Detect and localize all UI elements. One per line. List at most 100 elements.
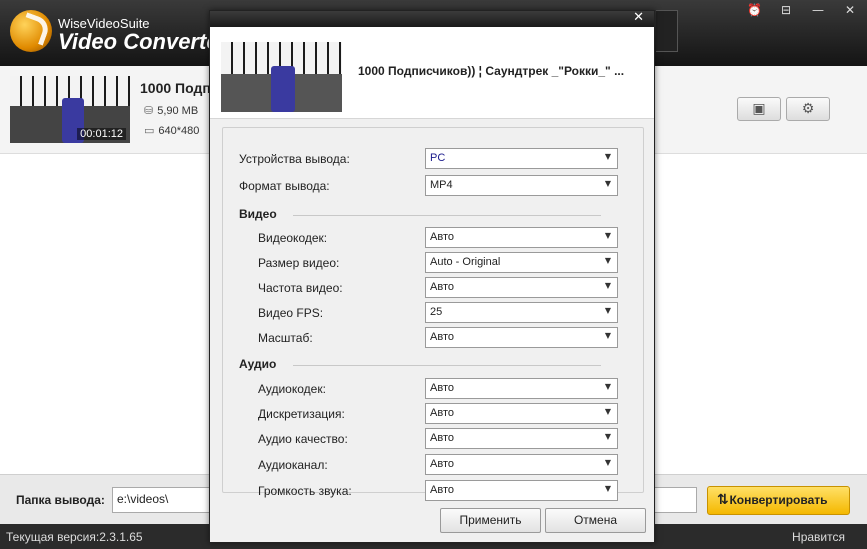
video-fps-row: Видео FPS: 25 ▼ (223, 302, 643, 324)
file-resolution-value: 640*480 (158, 125, 200, 137)
audio-channel-select[interactable]: Авто ▼ (425, 454, 618, 475)
minimize-icon[interactable]: — (811, 3, 825, 17)
video-bitrate-select[interactable]: Авто ▼ (425, 277, 618, 298)
output-format-select[interactable]: MP4 ▼ (425, 175, 618, 196)
dialog-video-thumbnail (221, 42, 342, 112)
video-fps-value: 25 (430, 306, 443, 318)
video-codec-label: Видеокодек: (258, 231, 328, 245)
dialog-header: 1000 Подписчиков)) ¦ Саундтрек _"Рокки_"… (210, 27, 654, 119)
dialog-close-icon[interactable]: ✕ (633, 10, 644, 25)
video-bitrate-row: Частота видео: Авто ▼ (223, 277, 643, 299)
output-device-select[interactable]: PC ▼ (425, 148, 618, 169)
output-format-row: Формат вывода: MP4 ▼ (223, 175, 643, 197)
film-edit-icon: ▣ (752, 101, 766, 117)
window-controls: ⏰ ⊟ — ✕ (747, 3, 857, 17)
chevron-down-icon: ▼ (604, 179, 611, 188)
chevron-down-icon: ▼ (604, 281, 611, 290)
audio-quality-row: Аудио качество: Авто ▼ (223, 428, 643, 450)
file-size-value: 5,90 MB (157, 105, 199, 117)
video-codec-row: Видеокодек: Авто ▼ (223, 227, 643, 249)
output-device-row: Устройства вывода: PC ▼ (223, 148, 643, 170)
convert-icon: ⇅ (717, 492, 729, 508)
video-scale-select[interactable]: Авто ▼ (425, 327, 618, 348)
audio-quality-label: Аудио качество: (258, 432, 348, 446)
file-size-icon: ⛁ (144, 104, 154, 117)
version-text: Текущая версия:2.3.1.65 (6, 530, 143, 544)
output-folder-label: Папка вывода: (16, 493, 105, 507)
video-section-title: Видео (239, 207, 277, 221)
video-fps-select[interactable]: 25 ▼ (425, 302, 618, 323)
volume-label: Громкость звука: (258, 484, 352, 498)
file-title: 1000 Подп (140, 80, 211, 96)
sample-rate-row: Дискретизация: Авто ▼ (223, 403, 643, 425)
audio-codec-label: Аудиокодек: (258, 382, 326, 396)
volume-value: Авто (430, 484, 454, 496)
video-scale-label: Масштаб: (258, 331, 313, 345)
video-fps-label: Видео FPS: (258, 306, 324, 320)
chevron-down-icon: ▼ (604, 256, 611, 265)
sample-rate-select[interactable]: Авто ▼ (425, 403, 618, 424)
chevron-down-icon: ▼ (604, 458, 611, 467)
sample-rate-value: Авто (430, 407, 454, 419)
audio-channel-value: Авто (430, 458, 454, 470)
output-settings-dialog: ✕ 1000 Подписчиков)) ¦ Саундтрек _"Рокки… (209, 10, 655, 543)
audio-quality-value: Авто (430, 432, 454, 444)
audio-channel-row: Аудиоканал: Авто ▼ (223, 454, 643, 476)
convert-button[interactable]: ⇅ Конвертировать (707, 486, 850, 515)
video-bitrate-label: Частота видео: (258, 281, 343, 295)
output-format-value: MP4 (430, 179, 453, 191)
file-resolution: ▭ 640*480 (144, 124, 199, 137)
video-bitrate-value: Авто (430, 281, 454, 293)
video-codec-select[interactable]: Авто ▼ (425, 227, 618, 248)
chevron-down-icon: ▼ (604, 152, 611, 161)
video-size-label: Размер видео: (258, 256, 340, 270)
sample-rate-label: Дискретизация: (258, 407, 345, 421)
video-size-select[interactable]: Auto - Original ▼ (425, 252, 618, 273)
dialog-title-bar: ✕ (210, 10, 654, 27)
dialog-thumbnail-device (271, 66, 295, 112)
video-scale-value: Авто (430, 331, 454, 343)
video-codec-value: Авто (430, 231, 454, 243)
output-device-label: Устройства вывода: (239, 152, 350, 166)
chevron-down-icon: ▼ (604, 382, 611, 391)
video-size-value: Auto - Original (430, 256, 501, 268)
menu-icon[interactable]: ⊟ (779, 3, 793, 17)
close-icon[interactable]: ✕ (843, 3, 857, 17)
cancel-button[interactable]: Отмена (545, 508, 646, 533)
audio-channel-label: Аудиоканал: (258, 458, 328, 472)
monitor-icon: ▭ (144, 124, 155, 137)
file-size: ⛁ 5,90 MB (144, 104, 198, 117)
chevron-down-icon: ▼ (604, 231, 611, 240)
product-name: Video Converter (58, 29, 228, 54)
edit-button[interactable]: ▣ (737, 97, 781, 121)
chevron-down-icon: ▼ (604, 331, 611, 340)
settings-panel: Устройства вывода: PC ▼ Формат вывода: MP… (222, 127, 644, 501)
audio-quality-select[interactable]: Авто ▼ (425, 428, 618, 449)
dialog-video-title: 1000 Подписчиков)) ¦ Саундтрек _"Рокки_"… (358, 64, 625, 78)
convert-label: Конвертировать (729, 493, 828, 507)
audio-codec-value: Авто (430, 382, 454, 394)
audio-codec-row: Аудиокодек: Авто ▼ (223, 378, 643, 400)
video-section-divider (293, 215, 601, 216)
chevron-down-icon: ▼ (604, 484, 611, 493)
alarm-icon[interactable]: ⏰ (747, 3, 762, 17)
settings-button[interactable]: ⚙ (786, 97, 830, 121)
audio-section-divider (293, 365, 601, 366)
volume-row: Громкость звука: Авто ▼ (223, 480, 643, 502)
chevron-down-icon: ▼ (604, 432, 611, 441)
volume-select[interactable]: Авто ▼ (425, 480, 618, 501)
chevron-down-icon: ▼ (604, 306, 611, 315)
chevron-down-icon: ▼ (604, 407, 611, 416)
apply-button[interactable]: Применить (440, 508, 541, 533)
toolbar-panel (656, 10, 678, 52)
audio-codec-select[interactable]: Авто ▼ (425, 378, 618, 399)
audio-section-title: Аудио (239, 357, 277, 371)
gear-icon: ⚙ (801, 101, 815, 117)
output-device-value: PC (430, 152, 446, 164)
video-duration: 00:01:12 (77, 128, 126, 140)
like-link[interactable]: Нравится (792, 530, 845, 544)
video-size-row: Размер видео: Auto - Original ▼ (223, 252, 643, 274)
video-scale-row: Масштаб: Авто ▼ (223, 327, 643, 349)
output-format-label: Формат вывода: (239, 179, 330, 193)
video-thumbnail[interactable]: 00:01:12 (10, 76, 130, 143)
